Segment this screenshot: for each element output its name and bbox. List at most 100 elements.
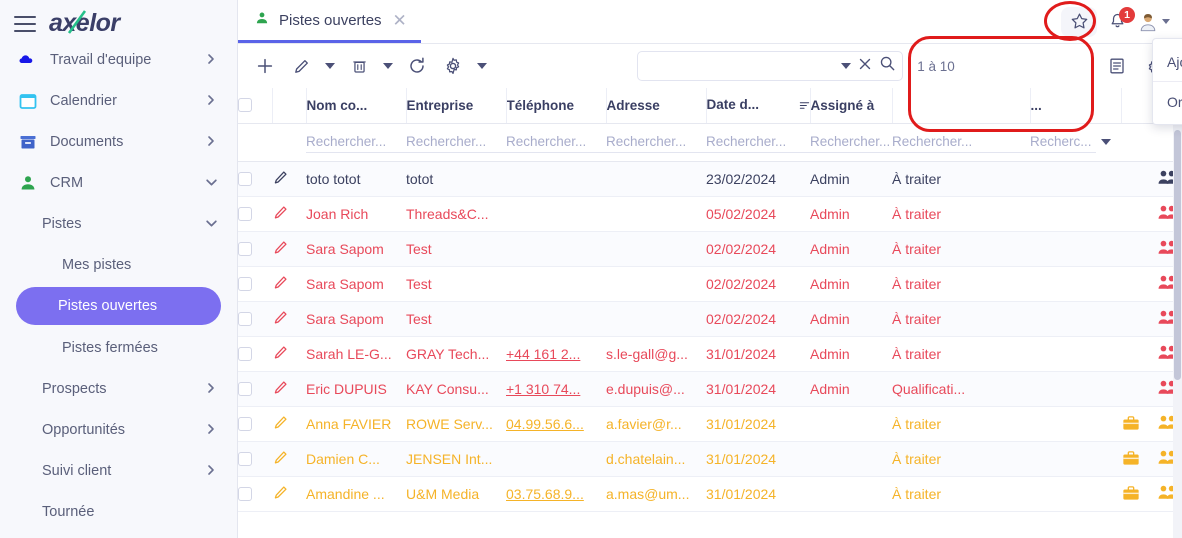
filter-input-nom[interactable] [306, 131, 406, 154]
row-checkbox[interactable] [238, 312, 252, 326]
list-view-button[interactable] [1100, 50, 1134, 82]
row-checkbox-cell[interactable] [238, 161, 272, 197]
notifications-button[interactable]: 1 [1103, 6, 1135, 35]
row-checkbox[interactable] [238, 277, 252, 291]
table-row[interactable]: Sara Sapom Test 02/02/2024 Admin À traiter [238, 301, 1182, 337]
row-edit-cell[interactable] [272, 266, 306, 302]
edit-dropdown-button[interactable] [320, 50, 340, 82]
filter-cell-nom[interactable] [306, 123, 406, 162]
table-row[interactable]: Sara Sapom Test 02/02/2024 Admin À traiter [238, 266, 1182, 302]
row-checkbox[interactable] [238, 207, 252, 221]
row-edit-cell[interactable] [272, 441, 306, 477]
table-row[interactable]: Amandine ... U&M Media 03.75.68.9... a.mas@… [238, 476, 1182, 512]
sidebar-item-documents[interactable]: Documents [0, 121, 237, 162]
search-field[interactable] [637, 51, 904, 81]
row-checkbox-cell[interactable] [238, 301, 272, 337]
filter-cell-more[interactable] [1030, 124, 1122, 162]
delete-dropdown-button[interactable] [378, 50, 398, 82]
refresh-button[interactable] [400, 50, 434, 82]
row-edit-cell[interactable] [272, 231, 306, 267]
phone-link[interactable]: +44 161 2... [506, 346, 580, 362]
phone-link[interactable]: 04.99.56.6... [506, 416, 584, 432]
row-checkbox[interactable] [238, 172, 252, 186]
tab-pistes-ouvertes[interactable]: Pistes ouvertes ✕ [238, 0, 421, 43]
select-all-checkbox[interactable] [238, 98, 252, 113]
phone-link[interactable]: 03.75.68.9... [506, 486, 584, 502]
table-row[interactable]: Eric DUPUIS KAY Consu... +1 310 74... e.dup… [238, 371, 1182, 407]
row-edit-cell[interactable] [272, 336, 306, 372]
column-header-date[interactable]: Date d... [706, 88, 811, 124]
row-edit-cell[interactable] [272, 161, 306, 197]
row-edit-cell[interactable] [272, 406, 306, 442]
phone-link[interactable]: +1 310 74... [506, 381, 580, 397]
filter-input-date[interactable] [706, 131, 810, 154]
table-row[interactable]: Damien C... JENSEN Int... d.chatelain... 31… [238, 441, 1182, 477]
row-checkbox[interactable] [238, 487, 252, 501]
filter-input-more[interactable] [1030, 131, 1096, 153]
sidebar-item-crm[interactable]: CRM [0, 162, 237, 203]
filter-input-adresse[interactable] [606, 131, 706, 154]
table-row[interactable]: Joan Rich Threads&C... 05/02/2024 Admin À tr… [238, 196, 1182, 232]
table-row[interactable]: Sara Sapom Test 02/02/2024 Admin À traiter [238, 231, 1182, 267]
row-checkbox[interactable] [238, 452, 252, 466]
sidebar-item-tournee[interactable]: Tournée [0, 491, 237, 532]
column-header-nom[interactable]: Nom co... [306, 88, 407, 124]
filter-input-telephone[interactable] [506, 131, 606, 154]
user-avatar-button[interactable] [1137, 11, 1170, 33]
column-header-entreprise[interactable]: Entreprise [406, 88, 507, 124]
add-button[interactable] [248, 50, 282, 82]
filter-cell-entreprise[interactable] [406, 123, 506, 162]
column-header-telephone[interactable]: Téléphone [506, 88, 607, 124]
column-header-assigne[interactable]: Assigné à [810, 88, 893, 124]
menu-item-ajouter-aux-favoris[interactable]: Ajouter aux favoris... [1153, 42, 1182, 81]
table-row[interactable]: Anna FAVIER ROWE Serv... 04.99.56.6... a.fa… [238, 406, 1182, 442]
chevron-down-icon[interactable] [841, 63, 852, 69]
filter-input-entreprise[interactable] [406, 131, 506, 154]
row-checkbox[interactable] [238, 242, 252, 256]
search-input[interactable] [638, 58, 836, 74]
row-checkbox[interactable] [238, 382, 252, 396]
filter-input-assigne[interactable] [810, 131, 892, 154]
column-header-more[interactable]: ... [1030, 88, 1122, 124]
sidebar-item-pistes-ouvertes[interactable]: Pistes ouvertes [16, 287, 221, 325]
sidebar-item-pistes[interactable]: Pistes [0, 203, 237, 244]
row-checkbox-cell[interactable] [238, 196, 272, 232]
sidebar-item-pistes-fermees[interactable]: Pistes fermées [0, 327, 237, 368]
row-checkbox-cell[interactable] [238, 266, 272, 302]
row-checkbox-cell[interactable] [238, 476, 272, 512]
table-row[interactable]: toto totot totot 23/02/2024 Admin À traiter [238, 161, 1182, 197]
search-icon[interactable] [879, 55, 896, 77]
tools-dropdown-button[interactable] [472, 50, 492, 82]
row-checkbox-cell[interactable] [238, 406, 272, 442]
row-edit-cell[interactable] [272, 196, 306, 232]
row-checkbox-cell[interactable] [238, 336, 272, 372]
favorites-menu[interactable]: Ajouter aux favoris... Organiser les fav… [1152, 38, 1182, 125]
sidebar-item-travail-d-equipe[interactable]: Travail d'equipe [0, 39, 237, 80]
filter-cell-statut[interactable] [892, 123, 1030, 162]
delete-button[interactable] [342, 50, 376, 82]
sort-icon[interactable] [799, 99, 810, 114]
hamburger-menu-icon[interactable] [14, 15, 36, 32]
favorites-star-button[interactable] [1061, 6, 1097, 37]
row-checkbox[interactable] [238, 347, 252, 361]
row-checkbox[interactable] [238, 417, 252, 431]
filter-cell-date[interactable] [706, 123, 810, 162]
row-checkbox-cell[interactable] [238, 441, 272, 477]
sidebar-item-opportunites[interactable]: Opportunités [0, 409, 237, 450]
chevron-down-icon[interactable] [1101, 139, 1111, 145]
row-edit-cell[interactable] [272, 371, 306, 407]
vertical-scrollbar[interactable] [1173, 88, 1182, 538]
tools-gear-button[interactable] [436, 50, 470, 82]
row-checkbox-cell[interactable] [238, 231, 272, 267]
sidebar-item-mes-pistes[interactable]: Mes pistes [0, 244, 237, 285]
clear-search-icon[interactable] [857, 56, 873, 77]
row-edit-cell[interactable] [272, 476, 306, 512]
sidebar-item-prospects[interactable]: Prospects [0, 368, 237, 409]
close-icon[interactable]: ✕ [393, 12, 407, 29]
filter-cell-telephone[interactable] [506, 123, 606, 162]
menu-item-organiser-les-favoris[interactable]: Organiser les favoris... [1153, 82, 1182, 121]
select-all-header[interactable] [238, 88, 273, 124]
filter-input-statut[interactable] [892, 131, 1030, 154]
row-edit-cell[interactable] [272, 301, 306, 337]
row-checkbox-cell[interactable] [238, 371, 272, 407]
